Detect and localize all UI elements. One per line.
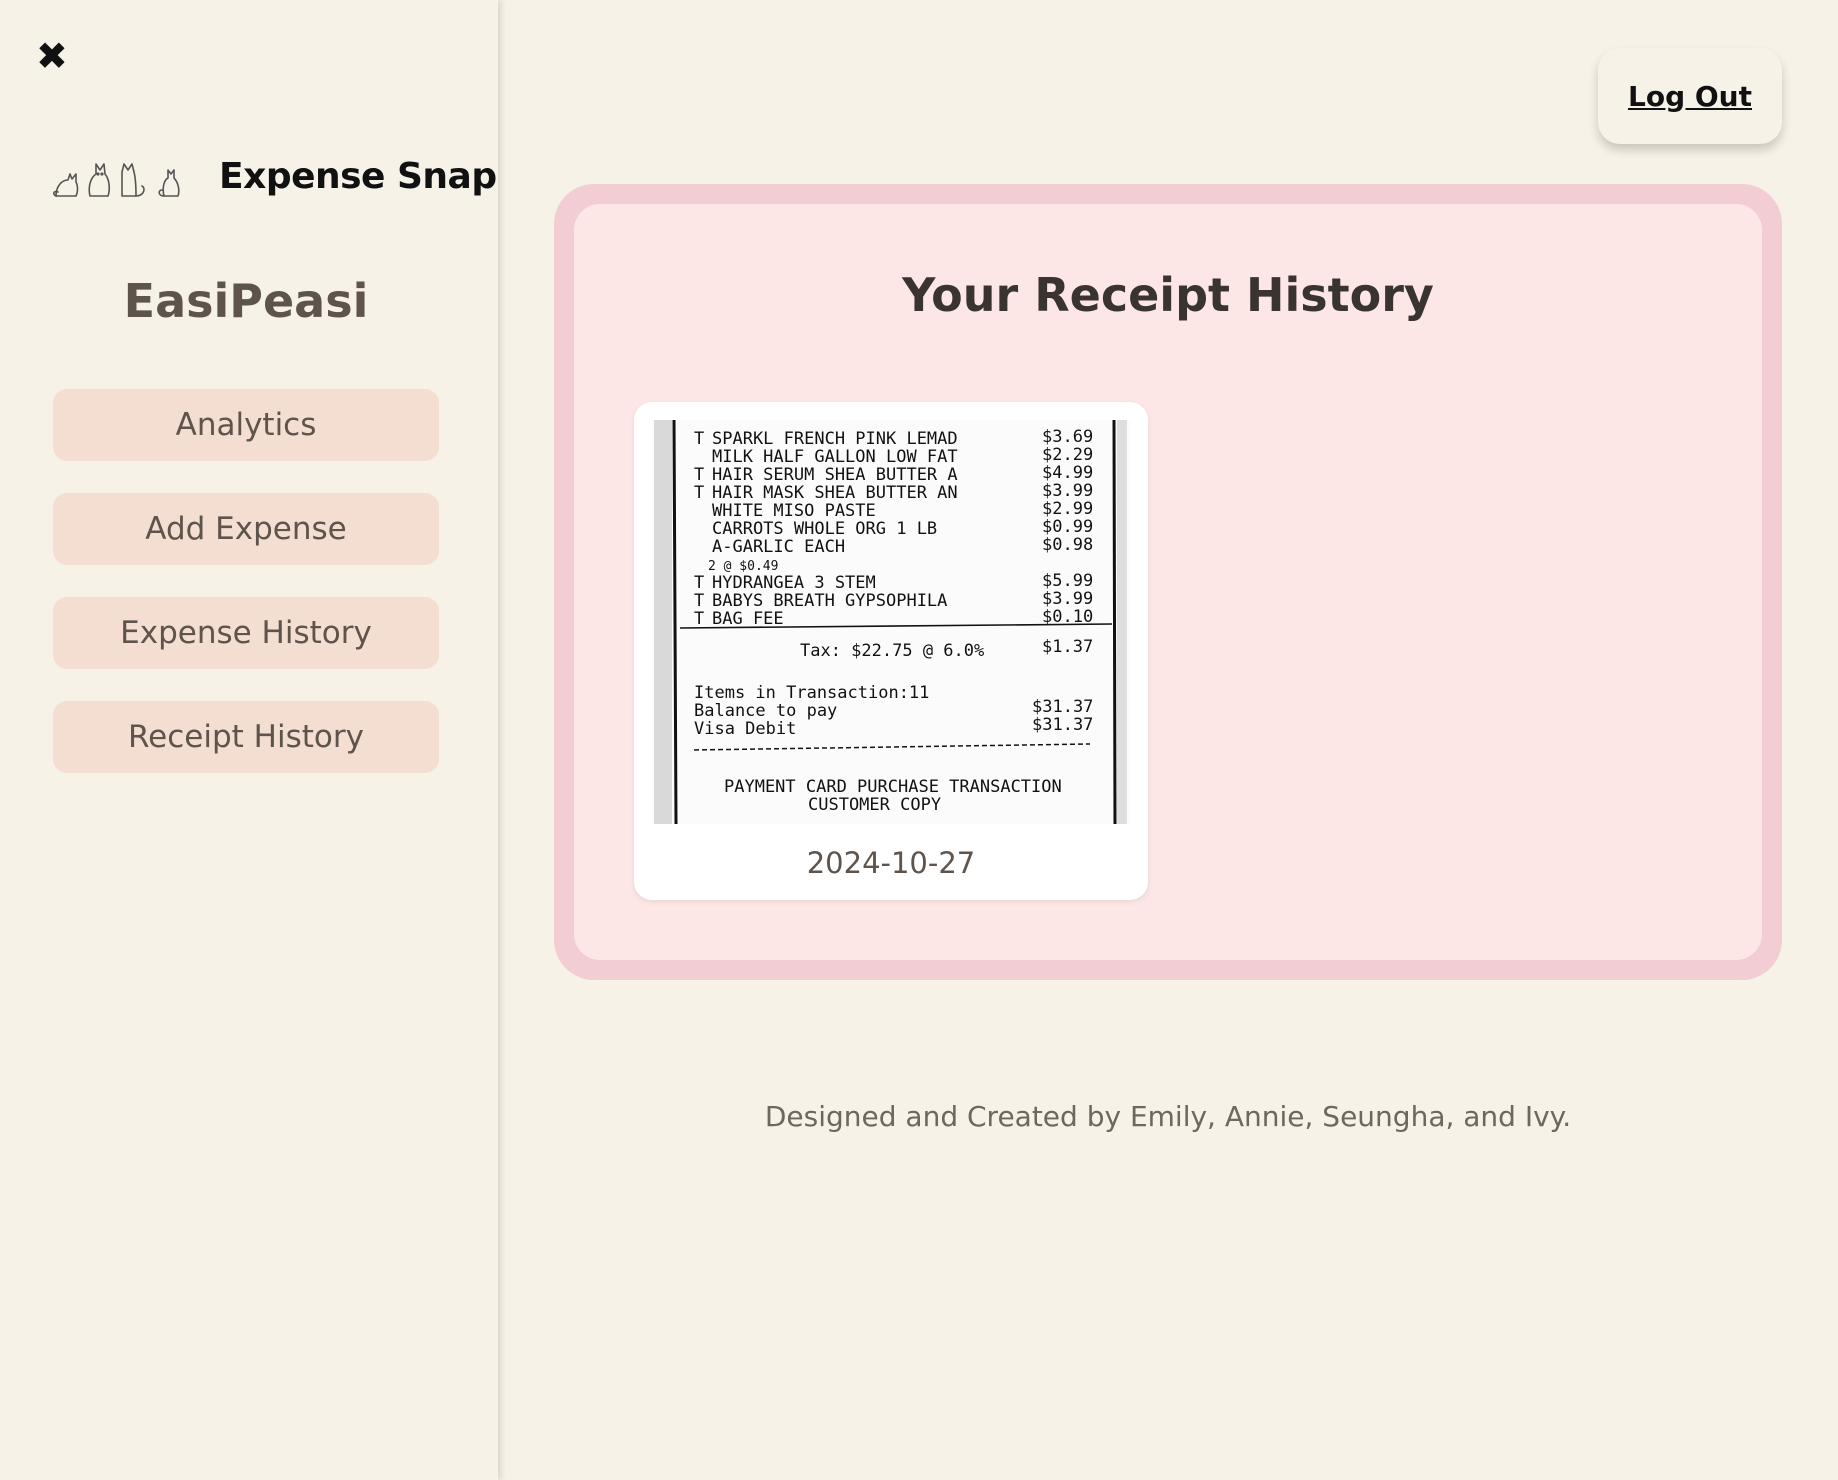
receipt-line-item: HAIR SERUM SHEA BUTTER A [712, 465, 958, 485]
receipt-line-price: $2.99 [1042, 499, 1093, 519]
nav-expense-history-button[interactable]: Expense History [53, 597, 439, 669]
receipt-items-line: Items in Transaction:11 [694, 683, 929, 703]
receipt-line-price: $3.99 [1042, 481, 1093, 501]
receipt-history-panel: Your Receipt History T SPARKL FRENCH PINK… [554, 184, 1782, 980]
receipt-line-item: BABYS BREATH GYPSOPHILA [712, 591, 947, 611]
receipt-line-item: MILK HALF GALLON LOW FAT [712, 447, 958, 467]
receipt-line-item: A-GARLIC EACH [712, 537, 845, 557]
close-icon[interactable]: ✖ [36, 37, 72, 75]
user-name: EasiPeasi [123, 274, 369, 328]
footer-credit: Designed and Created by Emily, Annie, Se… [764, 1100, 1572, 1133]
receipt-history-panel-inner: Your Receipt History T SPARKL FRENCH PINK… [574, 204, 1762, 960]
nav-receipt-history-button[interactable]: Receipt History [53, 701, 439, 773]
receipt-tax-line: Tax: $22.75 @ 6.0% [800, 641, 984, 661]
receipt-line-prefix: T [694, 483, 704, 503]
logout-button[interactable]: Log Out [1598, 48, 1782, 144]
receipt-line-price: $5.99 [1042, 571, 1093, 591]
receipt-line-price: $3.99 [1042, 589, 1093, 609]
receipt-line-item: WHITE MISO PASTE [712, 501, 876, 521]
receipt-line-price: $2.29 [1042, 445, 1093, 465]
page-title: Your Receipt History [902, 268, 1434, 322]
receipt-line-price: $3.69 [1042, 427, 1093, 447]
receipt-image[interactable]: T SPARKL FRENCH PINK LEMAD $3.69 MILK HALF … [652, 420, 1130, 824]
receipt-line-item: BAG FEE [712, 609, 784, 629]
receipt-line-prefix: T [694, 591, 704, 611]
receipt-scan: T SPARKL FRENCH PINK LEMAD $3.69 MILK HALF … [652, 420, 1130, 824]
receipt-balance-amount: $31.37 [1032, 697, 1093, 717]
receipt-line-price: $0.98 [1042, 535, 1093, 555]
nav-add-expense-button[interactable]: Add Expense [53, 493, 439, 565]
receipt-line-item: 2 @ $0.49 [708, 559, 778, 574]
receipt-visa-label: Visa Debit [694, 719, 796, 739]
receipt-line-prefix: T [694, 609, 704, 629]
receipt-line-item: HYDRANGEA 3 STEM [712, 573, 876, 593]
receipt-card[interactable]: T SPARKL FRENCH PINK LEMAD $3.69 MILK HALF … [634, 402, 1148, 900]
receipt-line-price: $0.99 [1042, 517, 1093, 537]
sidebar: ✖ Expense Snap EasiPeasi Analytics Add E… [0, 0, 498, 1480]
receipt-line-prefix: T [694, 573, 704, 593]
receipt-visa-amount: $31.37 [1032, 715, 1093, 735]
receipt-date: 2024-10-27 [806, 846, 976, 880]
receipt-line-item: CARROTS WHOLE ORG 1 LB [712, 519, 937, 539]
receipt-balance-label: Balance to pay [694, 701, 837, 721]
receipt-footer-line-1: PAYMENT CARD PURCHASE TRANSACTION [724, 777, 1062, 797]
receipt-line-item: SPARKL FRENCH PINK LEMAD [712, 429, 958, 449]
receipt-tax-amount: $1.37 [1042, 637, 1093, 657]
receipt-footer-line-2: CUSTOMER COPY [808, 795, 941, 815]
brand-name: Expense Snap [219, 155, 497, 197]
receipt-line-price: $4.99 [1042, 463, 1093, 483]
brand: Expense Snap [52, 150, 497, 202]
receipt-line-prefix: T [694, 429, 704, 449]
receipt-line-item: HAIR MASK SHEA BUTTER AN [712, 483, 958, 503]
nav-analytics-button[interactable]: Analytics [53, 389, 439, 461]
receipt-line-prefix: T [694, 465, 704, 485]
cats-logo-icon [53, 163, 180, 197]
